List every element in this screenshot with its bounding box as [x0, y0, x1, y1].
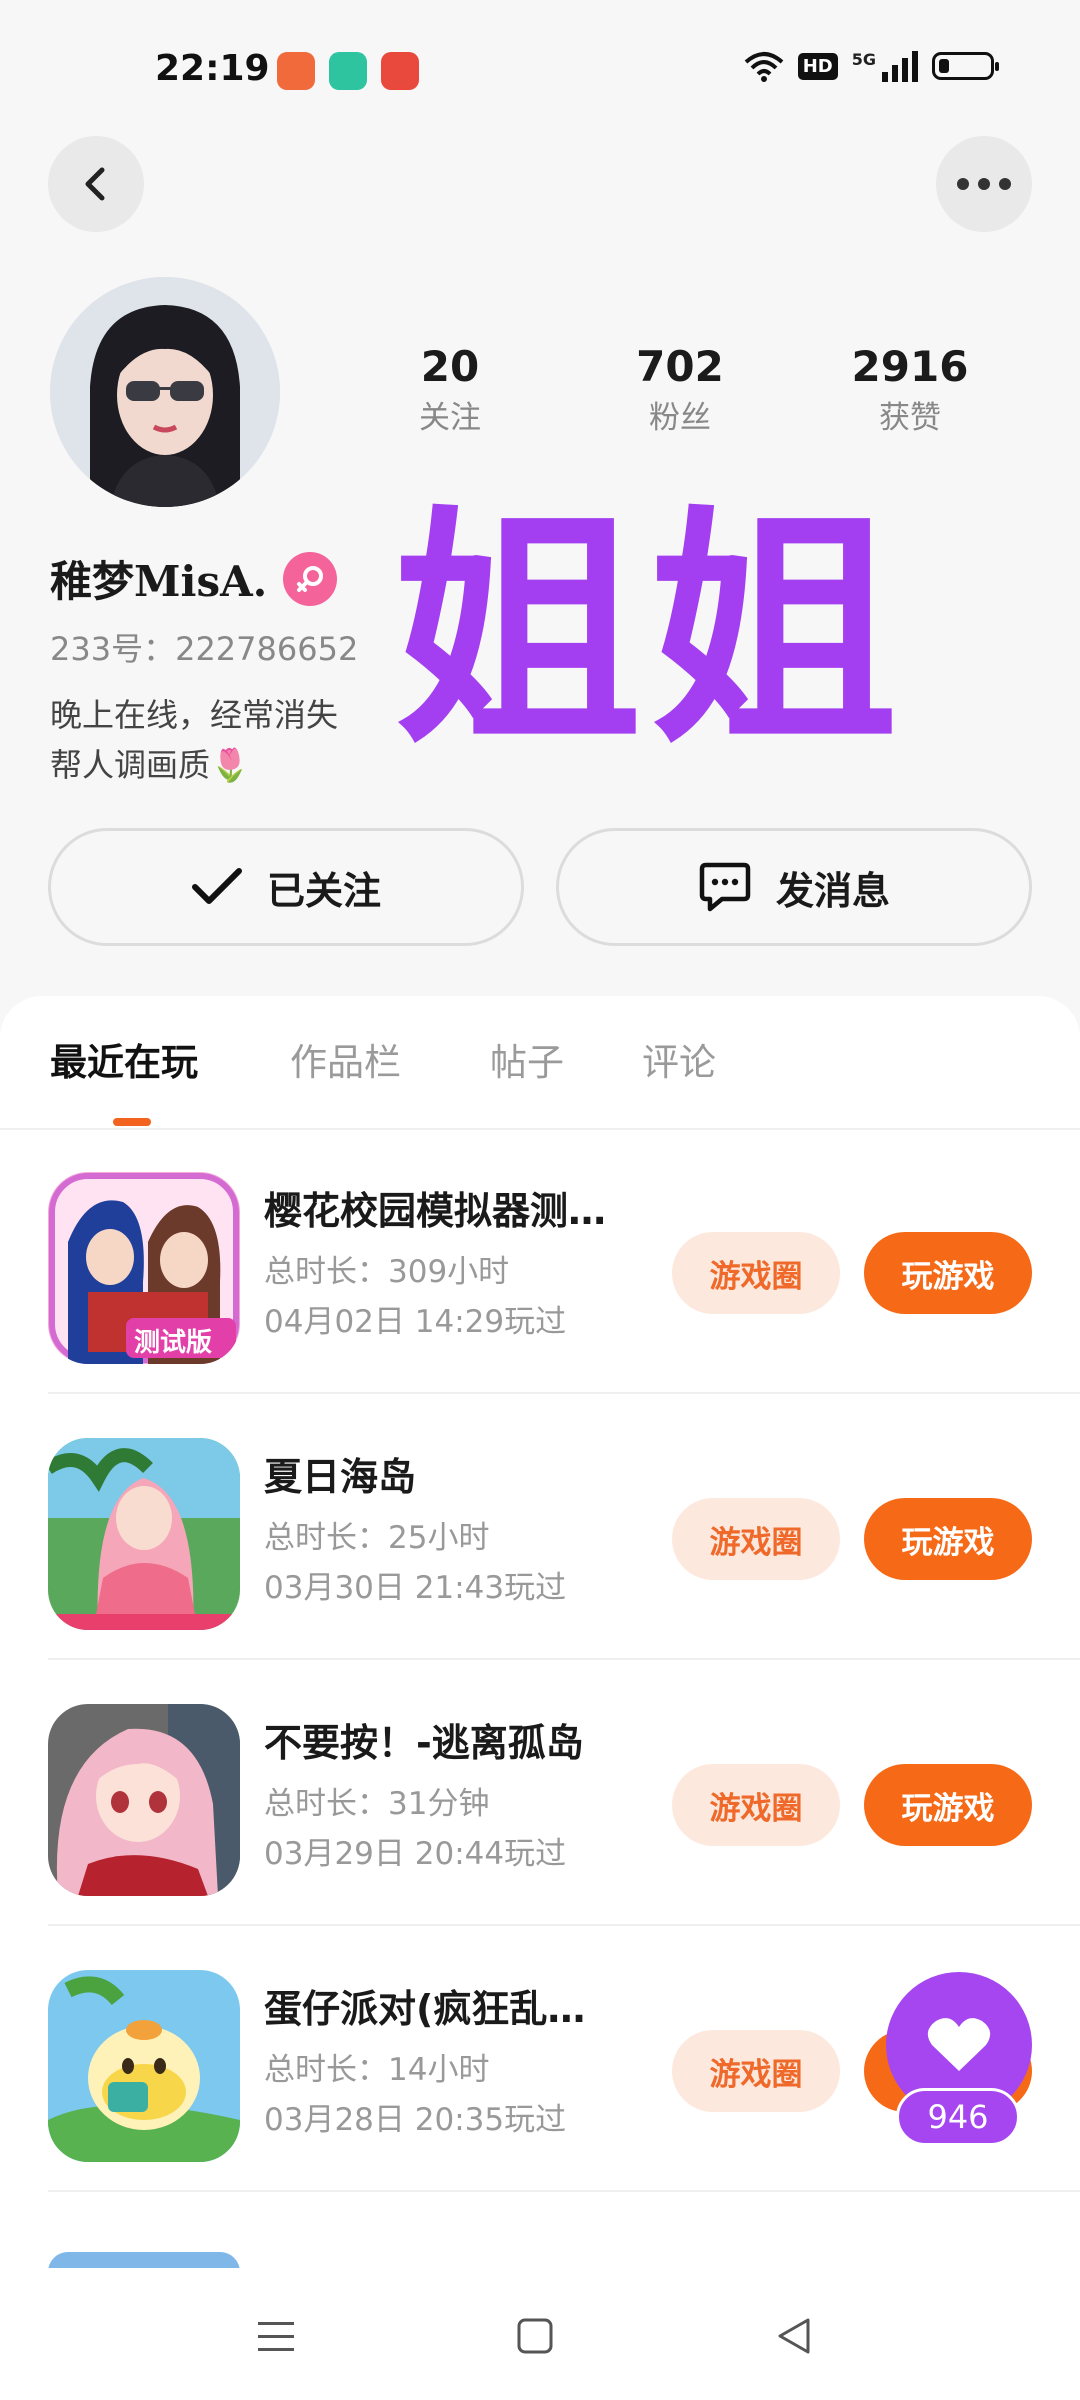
list-item[interactable]: 夏日海岛 总时长：25小时 03月30日 21:43玩过 游戏圈 玩游戏 [0, 1394, 1080, 1660]
play-game-button[interactable]: 玩游戏 [864, 1232, 1032, 1314]
stat-followers[interactable]: 702 粉丝 [590, 338, 770, 440]
message-label: 发消息 [775, 868, 890, 913]
game-last-played: 03月28日 20:35玩过 [264, 2102, 567, 2138]
game-circle-button[interactable]: 游戏圈 [672, 1498, 840, 1580]
stat-label: 粉丝 [649, 400, 711, 436]
overlay-handwritten-text: 姐姐 [392, 483, 904, 777]
game-duration: 总时长：309小时 [264, 1254, 510, 1290]
stat-likes[interactable]: 2916 获赞 [820, 338, 1000, 440]
list-item[interactable]: 测试版 樱花校园模拟器测… 总时长：309小时 04月02日 14:29玩过 游… [0, 1128, 1080, 1394]
game-name: 樱花校园模拟器测… [264, 1189, 607, 1233]
menu-nav-button[interactable] [246, 2306, 306, 2366]
game-icon: 测试版 [48, 1172, 240, 1364]
heart-icon [927, 2018, 991, 2071]
music-app-icon [381, 52, 419, 90]
home-nav-button[interactable] [505, 2306, 565, 2366]
game-last-played: 04月02日 14:29玩过 [264, 1304, 567, 1340]
signal-icon: 5G [852, 50, 918, 82]
stat-label: 关注 [419, 400, 481, 436]
stat-label: 获赞 [879, 400, 941, 436]
profile-stats: 20 关注 702 粉丝 2916 获赞 [360, 338, 1000, 440]
chevron-left-icon [85, 167, 105, 201]
network-type: 5G [851, 50, 876, 69]
profile-screen: 22:19 HD 5G 20 关注 702 粉丝 2916 获赞 稚梦MisA.… [0, 0, 1080, 2400]
status-bar: 22:19 HD 5G [0, 0, 1080, 140]
game-circle-button[interactable]: 游戏圈 [672, 2030, 840, 2112]
play-game-button[interactable]: 玩游戏 [864, 1498, 1032, 1580]
more-button[interactable] [936, 136, 1032, 232]
check-icon [191, 868, 242, 904]
game-icon [48, 1704, 240, 1896]
stat-value: 2916 [851, 342, 969, 391]
tab-indicator [113, 1118, 151, 1126]
back-button[interactable] [48, 136, 144, 232]
avatar[interactable] [50, 277, 280, 507]
tab-bar: 最近在玩 作品栏 帖子 评论 [0, 996, 1080, 1130]
divider [48, 2190, 1080, 2192]
back-nav-button[interactable] [764, 2306, 824, 2366]
status-time: 22:19 [155, 48, 270, 89]
game-name: 不要按！-逃离孤岛 [264, 1721, 584, 1765]
battery-icon [932, 52, 999, 80]
like-count: 946 [896, 2088, 1020, 2146]
menu-icon [258, 2322, 294, 2351]
notification-icons [277, 52, 419, 90]
avatar-image [50, 277, 280, 507]
stat-value: 20 [420, 342, 480, 391]
tab-comments[interactable]: 评论 [642, 1032, 716, 1086]
stat-value: 702 [636, 342, 724, 391]
user-id: 233号：222786652 [50, 630, 359, 668]
more-dots-icon [957, 178, 1011, 190]
chat-bubble-icon [699, 862, 751, 912]
game-icon [48, 1438, 240, 1630]
follow-button[interactable]: 已关注 [48, 828, 524, 946]
play-game-button[interactable]: 玩游戏 [864, 1764, 1032, 1846]
list-item[interactable]: 不要按！-逃离孤岛 总时长：31分钟 03月29日 20:44玩过 游戏圈 玩游… [0, 1660, 1080, 1926]
game-last-played: 03月30日 21:43玩过 [264, 1570, 567, 1606]
system-icons: HD 5G [744, 50, 999, 82]
nickname: 稚梦MisA. [50, 557, 268, 606]
follow-label: 已关注 [266, 868, 381, 913]
tab-posts[interactable]: 帖子 [490, 1032, 564, 1086]
triangle-back-icon [778, 2318, 810, 2354]
game-duration: 总时长：25小时 [264, 1520, 490, 1556]
game-last-played: 03月29日 20:44玩过 [264, 1836, 567, 1872]
square-home-icon [517, 2318, 553, 2354]
game-duration: 总时长：14小时 [264, 2052, 490, 2088]
female-gender-icon [283, 551, 338, 606]
message-button[interactable]: 发消息 [556, 828, 1032, 946]
bio-line: 晚上在线，经常消失 [50, 696, 339, 734]
game-name: 夏日海岛 [264, 1455, 417, 1499]
bio-line: 帮人调画质🌷 [50, 746, 250, 784]
game-name: 蛋仔派对(疯狂乱… [264, 1987, 586, 2031]
hd-icon: HD [797, 52, 838, 80]
tab-recent-played[interactable]: 最近在玩 [50, 1032, 198, 1086]
navigation-bar [0, 2268, 1080, 2400]
nickname-row: 稚梦MisA. [50, 548, 338, 609]
stat-following[interactable]: 20 关注 [360, 338, 540, 440]
reader-app-icon [277, 52, 315, 90]
tab-works[interactable]: 作品栏 [290, 1032, 401, 1086]
game-circle-button[interactable]: 游戏圈 [672, 1764, 840, 1846]
bio: 晚上在线，经常消失 帮人调画质🌷 [50, 690, 380, 790]
game-circle-button[interactable]: 游戏圈 [672, 1232, 840, 1314]
game-icon [48, 1970, 240, 2162]
wifi-icon [744, 52, 784, 82]
game-icon-badge: 测试版 [134, 1328, 213, 1358]
content-panel: 最近在玩 作品栏 帖子 评论 测试版 樱花校园模拟器测… 总时长：309小时 0… [0, 996, 1080, 2400]
game-duration: 总时长：31分钟 [264, 1786, 490, 1822]
camera-app-icon [329, 52, 367, 90]
